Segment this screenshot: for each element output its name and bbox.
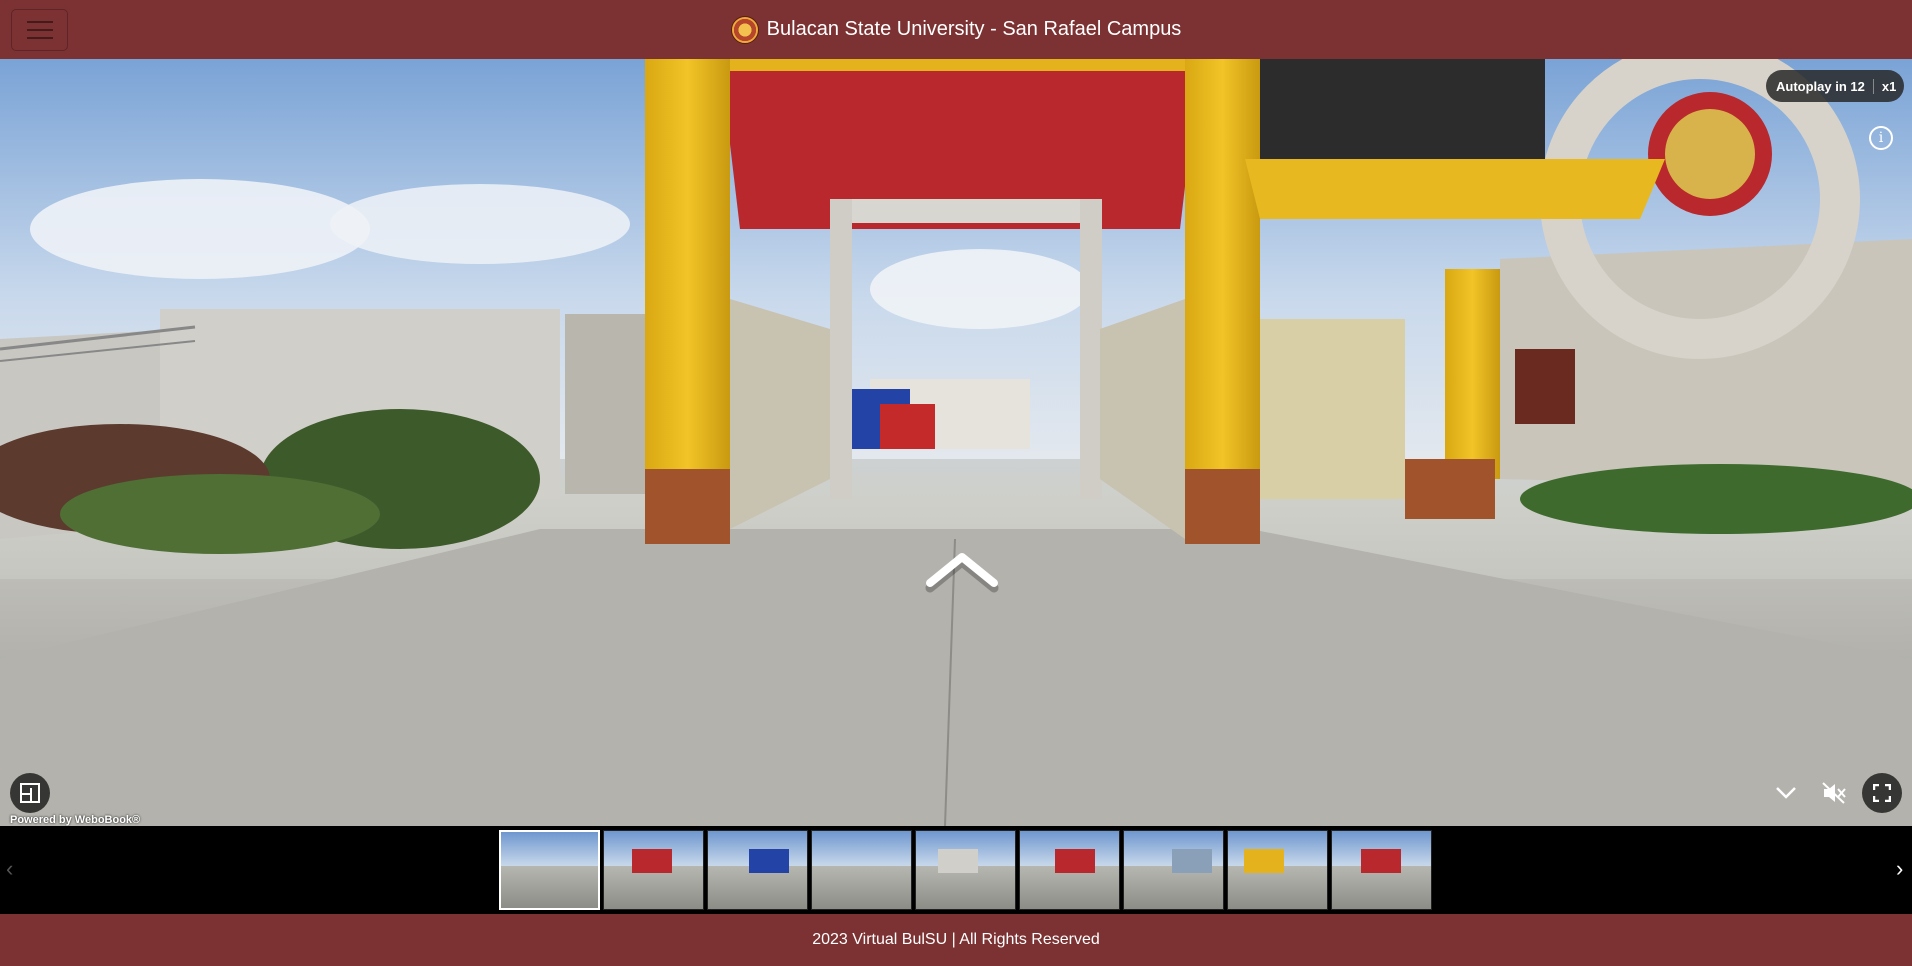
autoplay-countdown[interactable]: Autoplay in 12 bbox=[1766, 79, 1873, 94]
thumbnails-prev-button[interactable]: ‹ bbox=[6, 856, 13, 882]
thumbnail-item[interactable] bbox=[1227, 830, 1328, 910]
header-title-group: Bulacan State University - San Rafael Ca… bbox=[730, 15, 1182, 44]
university-logo bbox=[730, 15, 759, 44]
thumbnail-item[interactable] bbox=[603, 830, 704, 910]
fullscreen-button[interactable] bbox=[1862, 773, 1902, 813]
panorama-image[interactable] bbox=[0, 59, 1912, 826]
hamburger-menu-icon[interactable] bbox=[11, 9, 68, 51]
thumbnail-item[interactable] bbox=[811, 830, 912, 910]
floor-plan-button[interactable] bbox=[10, 773, 50, 813]
footer-copyright: 2023 Virtual BulSU | All Rights Reserved bbox=[812, 931, 1100, 948]
page-title: Bulacan State University - San Rafael Ca… bbox=[766, 18, 1182, 40]
info-glyph: i bbox=[1878, 130, 1884, 146]
thumbnail-item[interactable] bbox=[915, 830, 1016, 910]
thumbnails-next-button[interactable]: › bbox=[1896, 856, 1903, 882]
chevron-down-icon bbox=[1776, 787, 1796, 799]
thumbnail-item[interactable] bbox=[499, 830, 600, 910]
autoplay-button[interactable]: Autoplay in 12 x1 bbox=[1766, 70, 1905, 102]
chevron-up-navigation-icon[interactable] bbox=[922, 547, 1002, 597]
autoplay-speed[interactable]: x1 bbox=[1872, 78, 1904, 94]
speaker-muted-icon bbox=[1822, 782, 1846, 804]
fullscreen-icon bbox=[1873, 784, 1891, 802]
thumbnail-item[interactable] bbox=[1331, 830, 1432, 910]
top-bar: Bulacan State University - San Rafael Ca… bbox=[0, 0, 1912, 59]
thumbnail-item[interactable] bbox=[1123, 830, 1224, 910]
thumbnail-item[interactable] bbox=[1019, 830, 1120, 910]
mute-button[interactable] bbox=[1814, 773, 1854, 813]
thumbnail-list bbox=[499, 830, 1432, 910]
thumbnail-item[interactable] bbox=[707, 830, 808, 910]
info-icon[interactable]: i bbox=[1869, 126, 1893, 150]
floor-plan-icon bbox=[20, 783, 40, 803]
panorama-viewer[interactable]: Autoplay in 12 x1 i Powered by WeboBook® bbox=[0, 59, 1912, 826]
thumbnail-strip: ‹ › bbox=[0, 826, 1912, 914]
collapse-thumbnails-button[interactable] bbox=[1766, 773, 1806, 813]
powered-by-label[interactable]: Powered by WeboBook® bbox=[10, 814, 140, 826]
footer: 2023 Virtual BulSU | All Rights Reserved bbox=[0, 914, 1912, 966]
